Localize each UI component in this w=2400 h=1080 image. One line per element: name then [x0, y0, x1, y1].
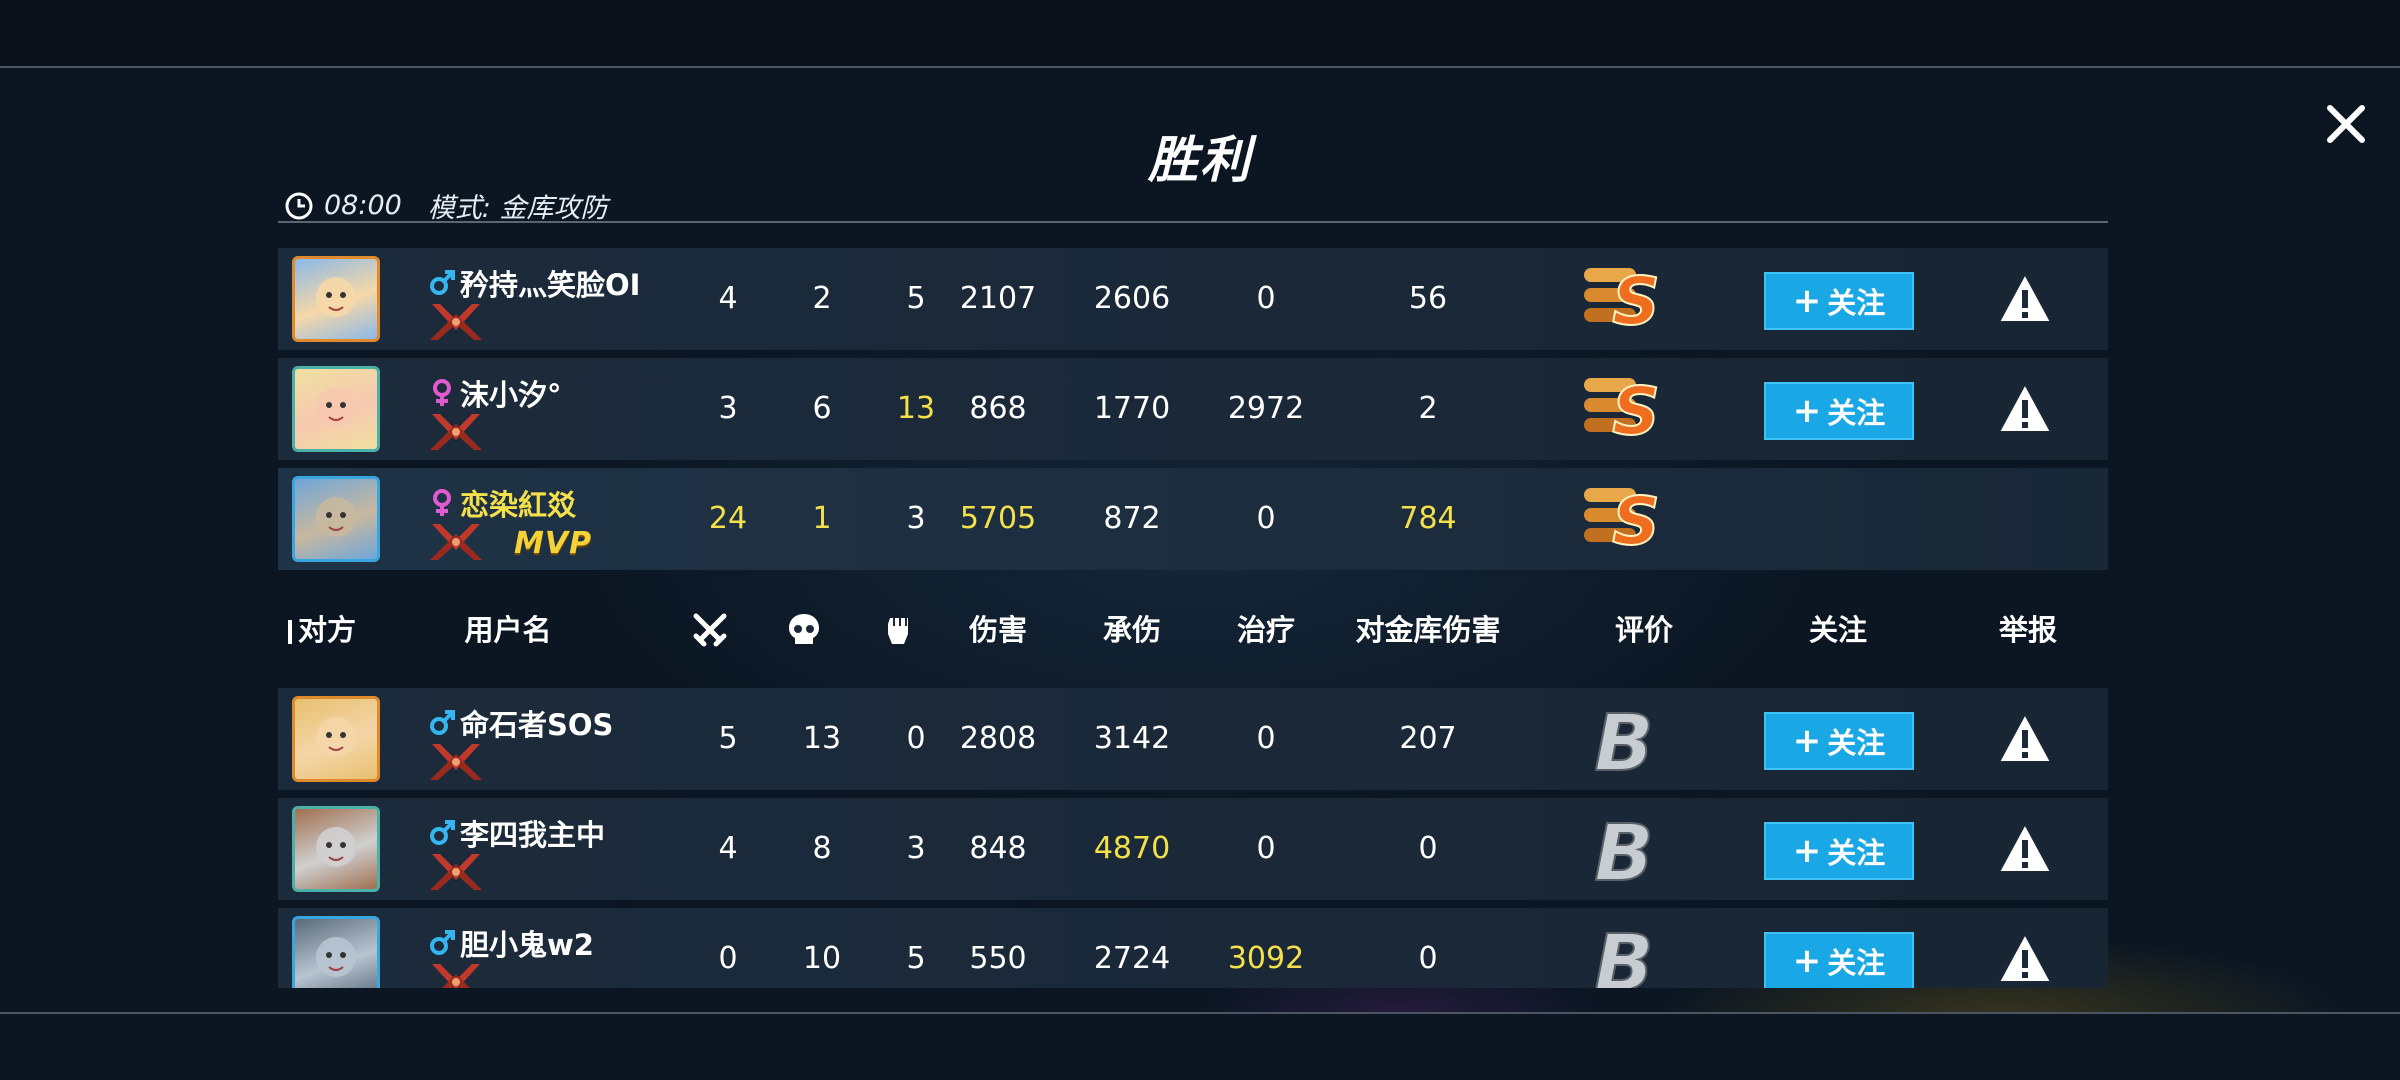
stat-heal: 3092 — [1227, 941, 1305, 976]
player-name-text: 命石者SOS — [460, 708, 614, 742]
grade-b-icon: B — [1593, 808, 1654, 890]
report-warning-icon[interactable] — [1996, 930, 2054, 986]
grade-b-icon: B — [1593, 918, 1654, 988]
bottom-divider — [0, 1012, 2400, 1014]
stat-taken: 3142 — [1093, 721, 1171, 756]
grade-b-icon: B — [1593, 698, 1654, 780]
player-avatar[interactable] — [292, 806, 380, 892]
stat-deaths: 8 — [812, 831, 832, 866]
svg-text:B: B — [1594, 919, 1653, 988]
stat-heal: 0 — [1256, 831, 1276, 866]
stat-kills: 0 — [718, 941, 738, 976]
player-avatar[interactable] — [292, 916, 380, 988]
rank-emblem-icon — [430, 854, 482, 890]
report-warning-icon[interactable] — [1996, 710, 2054, 766]
stat-damage: 848 — [969, 831, 1027, 866]
bottom-strip — [0, 1014, 2400, 1080]
opponent-player-row: 胆小鬼w2 0 10 5 550 2724 3092 0 B + 关注 — [278, 908, 2108, 988]
male-icon — [430, 930, 455, 955]
stat-heal: 0 — [1256, 721, 1276, 756]
player-avatar[interactable] — [292, 696, 380, 782]
follow-button[interactable]: + 关注 — [1764, 932, 1914, 988]
stat-damage: 550 — [969, 941, 1027, 976]
stat-vault: 0 — [1418, 831, 1438, 866]
stat-vault: 0 — [1418, 941, 1438, 976]
follow-button[interactable]: + 关注 — [1764, 712, 1914, 770]
follow-button[interactable]: + 关注 — [1764, 822, 1914, 880]
opponent-player-row: 李四我主中 4 8 3 848 4870 0 0 B + 关注 — [278, 798, 2108, 900]
male-icon — [430, 710, 455, 735]
player-name: 李四我主中 — [428, 812, 605, 854]
stat-kills: 5 — [718, 721, 738, 756]
rank-emblem-icon — [432, 964, 480, 988]
stat-taken: 2724 — [1093, 941, 1171, 976]
stat-damage: 2808 — [959, 721, 1037, 756]
player-name: 命石者SOS — [428, 702, 613, 744]
player-name: 胆小鬼w2 — [428, 922, 594, 964]
stat-deaths: 13 — [802, 721, 842, 756]
stat-vault: 207 — [1399, 721, 1457, 756]
rank-emblem-icon — [430, 744, 482, 780]
stat-taken: 4870 — [1093, 831, 1171, 866]
player-name-text: 胆小鬼w2 — [460, 928, 594, 962]
svg-text:B: B — [1594, 699, 1653, 780]
stat-kills: 4 — [718, 831, 738, 866]
svg-text:B: B — [1594, 809, 1653, 890]
report-warning-icon[interactable] — [1996, 820, 2054, 876]
stat-deaths: 10 — [802, 941, 842, 976]
male-icon — [430, 820, 455, 845]
opponent-player-row: 命石者SOS 5 13 0 2808 3142 0 207 B + 关注 — [278, 688, 2108, 790]
player-name-text: 李四我主中 — [460, 818, 606, 852]
